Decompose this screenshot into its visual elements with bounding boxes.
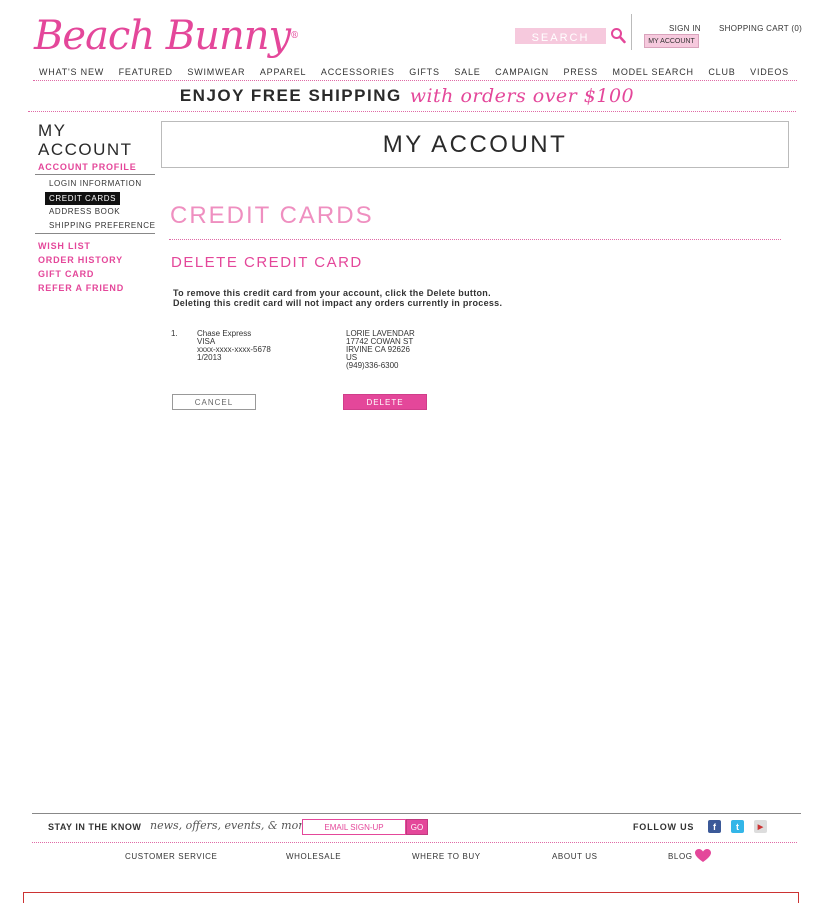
sidebar-item-login-information[interactable]: LOGIN INFORMATION bbox=[49, 179, 142, 188]
email-signup-input[interactable] bbox=[302, 819, 406, 835]
section-heading: CREDIT CARDS bbox=[170, 202, 374, 229]
footer-wholesale[interactable]: WHOLESALE bbox=[286, 852, 341, 861]
delete-card-heading: DELETE CREDIT CARD bbox=[171, 254, 363, 271]
sidebar-item-address-book[interactable]: ADDRESS BOOK bbox=[49, 207, 120, 216]
sidebar-divider bbox=[35, 233, 155, 234]
nav-sale[interactable]: SALE bbox=[454, 67, 480, 77]
header-divider bbox=[631, 14, 632, 50]
search-icon[interactable] bbox=[610, 27, 626, 45]
heart-icon[interactable] bbox=[695, 849, 711, 863]
card-expiry: 1/2013 bbox=[197, 353, 222, 362]
footer-divider bbox=[32, 813, 801, 814]
nav-club[interactable]: CLUB bbox=[708, 67, 735, 77]
facebook-icon[interactable]: f bbox=[708, 820, 721, 833]
page-title: MY ACCOUNT bbox=[382, 130, 568, 158]
nav-apparel[interactable]: APPAREL bbox=[260, 67, 306, 77]
card-details: Chase Express VISA xxxx-xxxx-xxxx-5678 1… bbox=[197, 330, 271, 362]
bottom-frame bbox=[23, 892, 799, 903]
instruction-text: Deleting this credit card will not impac… bbox=[173, 298, 503, 308]
brand-logo[interactable]: Beach Bunny® bbox=[34, 12, 299, 64]
my-account-button[interactable]: MY ACCOUNT bbox=[644, 34, 699, 48]
promo-divider bbox=[28, 111, 796, 112]
card-index: 1. bbox=[171, 329, 178, 338]
newsletter-label: STAY IN THE KNOW bbox=[48, 822, 142, 832]
nav-whats-new[interactable]: WHAT'S NEW bbox=[39, 67, 104, 77]
sidebar-account-profile[interactable]: ACCOUNT PROFILE bbox=[38, 162, 137, 172]
promo-bold-text: ENJOY FREE SHIPPING bbox=[179, 86, 402, 105]
nav-accessories[interactable]: ACCESSORIES bbox=[321, 67, 395, 77]
sidebar-title-line2: ACCOUNT bbox=[38, 140, 133, 159]
footer-blog[interactable]: BLOG bbox=[668, 852, 693, 861]
sidebar-item-order-history[interactable]: ORDER HISTORY bbox=[38, 255, 123, 265]
footer-where-to-buy[interactable]: WHERE TO BUY bbox=[412, 852, 481, 861]
footer-about-us[interactable]: ABOUT US bbox=[552, 852, 598, 861]
sidebar-item-shipping-preference[interactable]: SHIPPING PREFERENCE bbox=[49, 221, 156, 230]
section-divider bbox=[169, 239, 781, 240]
logo-trademark: ® bbox=[290, 31, 299, 41]
nav-swimwear[interactable]: SWIMWEAR bbox=[187, 67, 245, 77]
follow-us-label: FOLLOW US bbox=[633, 822, 695, 832]
nav-featured[interactable]: FEATURED bbox=[119, 67, 173, 77]
sidebar-title: MY ACCOUNT bbox=[38, 121, 133, 159]
newsletter-tagline: news, offers, events, & more bbox=[150, 819, 310, 832]
footer-dotted-divider bbox=[32, 842, 797, 843]
nav-divider bbox=[33, 80, 797, 81]
promo-banner[interactable]: ENJOY FREE SHIPPING with orders over $10… bbox=[0, 84, 814, 108]
sidebar-item-wish-list[interactable]: WISH LIST bbox=[38, 241, 91, 251]
nav-videos[interactable]: VIDEOS bbox=[750, 67, 789, 77]
cancel-button[interactable]: CANCEL bbox=[172, 394, 256, 410]
twitter-icon[interactable]: t bbox=[731, 820, 744, 833]
logo-text: Beach Bunny bbox=[34, 13, 291, 59]
instruction-text: To remove this credit card from your acc… bbox=[173, 288, 491, 298]
address-phone: (949)336-6300 bbox=[346, 361, 399, 370]
page-title-box: MY ACCOUNT bbox=[161, 121, 789, 168]
email-go-button[interactable]: GO bbox=[406, 819, 428, 835]
nav-gifts[interactable]: GIFTS bbox=[409, 67, 440, 77]
sidebar-title-line1: MY bbox=[38, 121, 67, 140]
main-nav: WHAT'S NEW FEATURED SWIMWEAR APPAREL ACC… bbox=[33, 63, 797, 80]
billing-address: LORIE LAVENDAR 17742 COWAN ST IRVINE CA … bbox=[346, 330, 415, 370]
footer-customer-service[interactable]: CUSTOMER SERVICE bbox=[125, 852, 217, 861]
nav-press[interactable]: PRESS bbox=[563, 67, 598, 77]
promo-script-text: with orders over $100 bbox=[409, 85, 635, 107]
search-input[interactable] bbox=[515, 30, 606, 46]
nav-campaign[interactable]: CAMPAIGN bbox=[495, 67, 549, 77]
sidebar-item-credit-cards[interactable]: CREDIT CARDS bbox=[45, 192, 121, 205]
shopping-cart-link[interactable]: SHOPPING CART (0) bbox=[719, 24, 802, 33]
sign-in-link[interactable]: SIGN IN bbox=[669, 24, 701, 33]
delete-button[interactable]: DELETE bbox=[343, 394, 427, 410]
youtube-icon[interactable]: ▶ bbox=[754, 820, 767, 833]
sidebar-divider bbox=[35, 174, 155, 175]
sidebar-item-refer-a-friend[interactable]: REFER A FRIEND bbox=[38, 283, 124, 293]
search-box bbox=[515, 28, 606, 46]
sidebar-item-gift-card[interactable]: GIFT CARD bbox=[38, 269, 94, 279]
nav-model-search[interactable]: MODEL SEARCH bbox=[613, 67, 694, 77]
